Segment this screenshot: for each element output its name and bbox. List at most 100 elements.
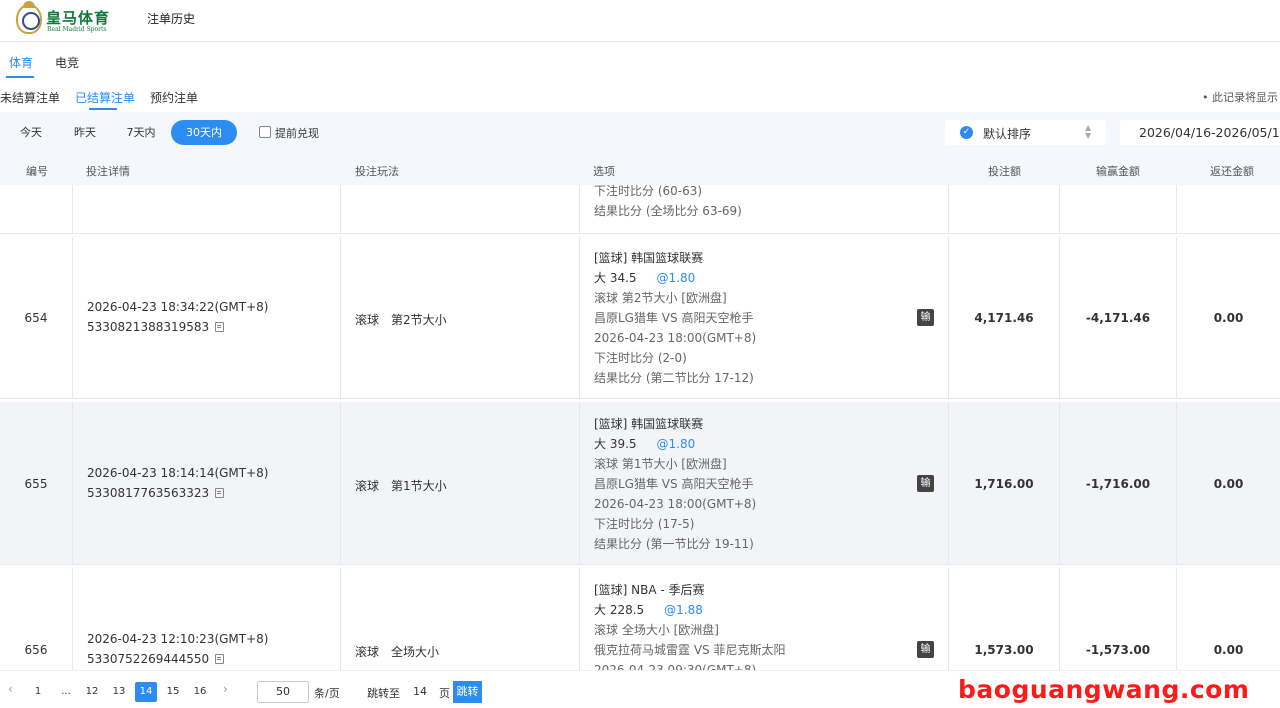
page-15[interactable]: 15 [165, 682, 181, 702]
jump-label: 跳转至 [367, 687, 400, 700]
page-14-current[interactable]: 14 [135, 682, 157, 702]
page-1[interactable]: 1 [30, 682, 46, 702]
bet-time: 2026-04-23 18:14:14(GMT+8) [87, 466, 269, 480]
col-id: 编号 [26, 165, 48, 178]
return-amount: 0.00 [1213, 477, 1244, 491]
col-detail: 投注详情 [86, 165, 130, 178]
league: [篮球] 韩国篮球联赛 [594, 251, 704, 265]
prev-page-icon[interactable]: ‹ [8, 682, 13, 696]
bet-time: 2026-04-23 18:34:22(GMT+8) [87, 300, 269, 314]
bet-score: 下注时比分 (2-0) [594, 351, 687, 365]
jump-button[interactable]: 跳转 [453, 681, 482, 703]
option-details: [篮球] NBA - 季后赛 大 228.5 @1.88 滚球 全场大小 [欧洲盘… [594, 580, 785, 670]
market: 滚球 全场大小 [欧洲盘] [594, 623, 719, 637]
page-unit: 页 [439, 687, 450, 700]
table-row: 656 2026-04-23 12:10:23(GMT+8) 533075226… [0, 568, 1280, 670]
play-type: 滚球 [355, 479, 380, 493]
brand-logo[interactable]: 皇马体育 Real Madrid Sports [14, 1, 134, 38]
range-today-button[interactable]: 今天 [8, 120, 54, 145]
copy-icon[interactable] [215, 322, 225, 332]
match-time: 2026-04-23 18:00(GMT+8) [594, 497, 757, 511]
tab-esports[interactable]: 电竞 [55, 54, 79, 71]
page-title: 注单历史 [147, 12, 196, 26]
page-ellipsis[interactable]: ... [58, 682, 74, 702]
order-number-text: 5330821388319583 [87, 320, 210, 334]
play-name: 全场大小 [391, 645, 440, 659]
main-tabs: 体育 电竞 [0, 42, 1280, 82]
pick: 大 39.5 @1.80 [594, 434, 756, 454]
copy-icon[interactable] [215, 654, 225, 664]
league: [篮球] NBA - 季后赛 [594, 583, 705, 597]
pick-value: 大 39.5 [594, 437, 637, 451]
stake-amount: 1,573.00 [974, 643, 1034, 657]
bet-play: 滚球 第1节大小 [355, 477, 447, 494]
league: [篮球] 韩国篮球联赛 [594, 417, 704, 431]
early-cashout-checkbox[interactable] [259, 126, 271, 138]
crest-icon [16, 1, 42, 34]
sort-select[interactable]: ✓ 默认排序 ▲ ▼ [945, 120, 1106, 145]
bet-id: 654 [24, 311, 48, 325]
active-tab-indicator [6, 76, 34, 78]
filter-bar: 今天 昨天 7天内 30天内 提前兑现 ✓ 默认排序 ▲ ▼ 2026/04/16… [0, 112, 1280, 154]
order-number: 5330817763563323 [87, 486, 225, 500]
option-details: [篮球] 韩国篮球联赛 大 39.5 @1.80 滚球 第1节大小 [欧洲盘] 昌… [594, 414, 756, 554]
option-details: [篮球] 韩国篮球联赛 大 34.5 @1.80 滚球 第2节大小 [欧洲盘] 昌… [594, 248, 756, 388]
order-number: 5330821388319583 [87, 320, 225, 334]
stake-amount: 1,716.00 [974, 477, 1034, 491]
records-note: • 此记录将显示 [1202, 91, 1278, 104]
date-range-group: 今天 昨天 7天内 30天内 [0, 120, 240, 145]
play-type: 滚球 [355, 645, 380, 659]
sort-label: 默认排序 [983, 127, 1032, 141]
col-play: 投注玩法 [355, 165, 399, 178]
table-row: 655 2026-04-23 18:14:14(GMT+8) 533081776… [0, 402, 1280, 565]
pick-value: 大 34.5 [594, 271, 637, 285]
tab-scheduled[interactable]: 预约注单 [150, 89, 198, 106]
page-16[interactable]: 16 [192, 682, 208, 702]
winloss-amount: -1,573.00 [1085, 643, 1151, 657]
page-12[interactable]: 12 [84, 682, 100, 702]
bet-id: 656 [24, 643, 48, 657]
page-13[interactable]: 13 [111, 682, 127, 702]
early-cashout-label: 提前兑现 [275, 127, 319, 140]
date-range-value: 2026/04/16-2026/05/16 [1139, 125, 1280, 140]
col-winloss: 输赢金额 [1096, 165, 1140, 178]
tab-sports[interactable]: 体育 [9, 54, 33, 71]
order-number-text: 5330817763563323 [87, 486, 210, 500]
market: 滚球 第1节大小 [欧洲盘] [594, 457, 727, 471]
return-amount: 0.00 [1213, 643, 1244, 657]
pick: 大 34.5 @1.80 [594, 268, 756, 288]
status-tabs: 未结算注单 已结算注单 预约注单 • 此记录将显示 [0, 82, 1280, 112]
col-return: 返还金额 [1210, 165, 1254, 178]
match-time: 2026-04-23 18:00(GMT+8) [594, 331, 757, 345]
bet-play: 滚球 全场大小 [355, 643, 439, 660]
bet-score: 下注时比分 (60-63) [594, 185, 703, 198]
brand-name: 皇马体育 [46, 9, 111, 27]
stake-amount: 4,171.46 [974, 311, 1034, 325]
site-watermark: baoguangwang.com [958, 675, 1250, 704]
odds: @1.80 [656, 271, 696, 285]
order-number: 5330752269444550 [87, 652, 225, 666]
odds: @1.88 [664, 603, 703, 617]
pick: 大 228.5 @1.88 [594, 600, 785, 620]
tab-settled[interactable]: 已结算注单 [75, 89, 135, 106]
winloss-amount: -4,171.46 [1085, 311, 1151, 325]
range-30days-button[interactable]: 30天内 [171, 120, 237, 145]
col-option: 选项 [593, 165, 615, 178]
play-name: 第2节大小 [391, 313, 447, 327]
bet-score: 下注时比分 (17-5) [594, 517, 695, 531]
brand-name-en: Real Madrid Sports [47, 26, 107, 33]
match: 俄克拉荷马城雷霆 VS 菲尼克斯太阳 [594, 643, 786, 657]
market: 滚球 第2节大小 [欧洲盘] [594, 291, 727, 305]
match: 昌原LG猎隼 VS 高阳天空枪手 [594, 311, 754, 325]
range-7days-button[interactable]: 7天内 [116, 120, 166, 145]
jump-page-input[interactable]: 14 [406, 681, 434, 703]
tab-unsettled[interactable]: 未结算注单 [0, 89, 60, 106]
copy-icon[interactable] [215, 488, 225, 498]
odds: @1.80 [656, 437, 696, 451]
date-range-picker[interactable]: 2026/04/16-2026/05/16 [1120, 120, 1280, 145]
option-details: 下注时比分 (60-63) 结果比分 (全场比分 63-69) [594, 185, 742, 221]
range-yesterday-button[interactable]: 昨天 [62, 120, 108, 145]
page-size-input[interactable]: 50 [257, 681, 309, 703]
next-page-icon[interactable]: › [223, 682, 228, 696]
match-time: 2026-04-23 09:30(GMT+8) [594, 663, 757, 670]
